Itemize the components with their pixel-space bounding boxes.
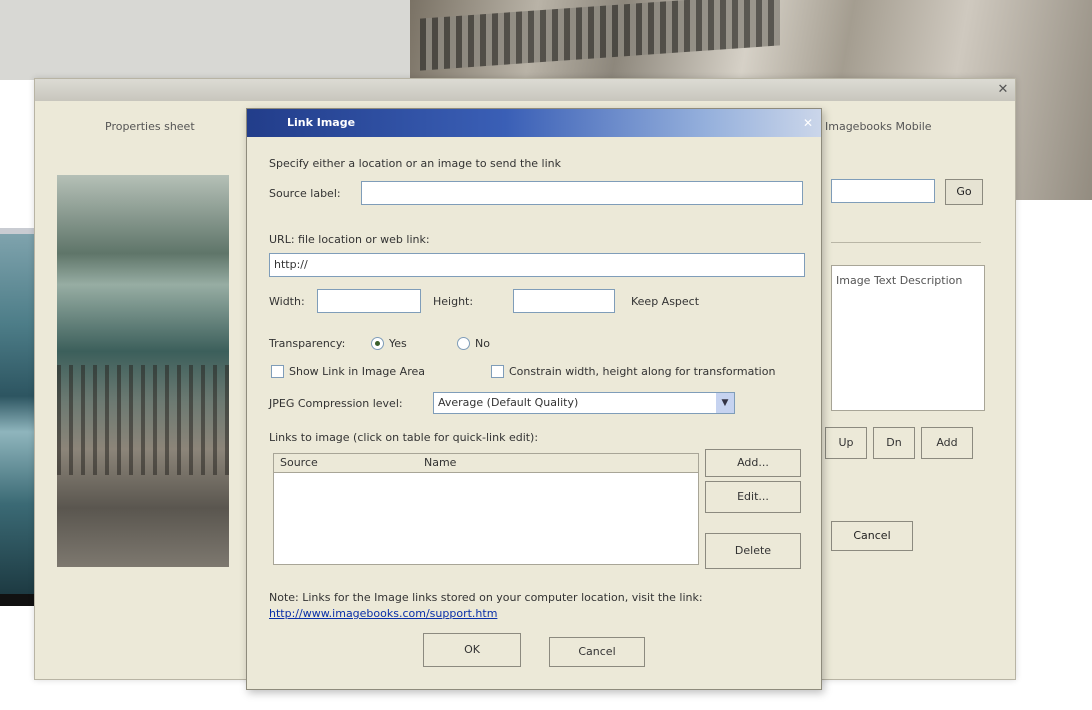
source-input[interactable] [361,181,803,205]
dialog-title: Link Image [287,116,356,129]
transparency-yes-radio[interactable] [371,337,384,350]
link-image-dialog: Link Image ✕ Specify either a location o… [246,108,822,690]
main-close-icon[interactable]: ✕ [995,82,1011,98]
column-name[interactable]: Name [424,456,456,469]
down-button[interactable]: Dn [873,427,915,459]
width-input[interactable] [317,289,421,313]
links-table-label: Links to image (click on table for quick… [269,431,539,444]
url-value: http:// [274,258,308,271]
photo-railing [420,0,780,71]
constrain-checkbox[interactable] [491,365,504,378]
column-source[interactable]: Source [280,456,318,469]
transparency-label: Transparency: [269,337,346,350]
source-label: Source label: [269,187,341,200]
transparency-no-label: No [475,337,490,350]
chevron-down-icon[interactable]: ▼ [716,393,734,413]
url-section-label: URL: file location or web link: [269,233,430,246]
instructions-text: Specify either a location or an image to… [269,157,562,170]
show-link-label: Show Link in Image Area [289,365,425,378]
tab-mobile[interactable]: Imagebooks Mobile [825,120,932,133]
divider [831,242,981,243]
transparency-yes-label: Yes [389,337,407,350]
links-table[interactable]: Source Name [273,453,699,565]
transparency-no-radio[interactable] [457,337,470,350]
edit-link-button[interactable]: Edit... [705,481,801,513]
width-label: Width: [269,295,305,308]
cancel-button[interactable]: Cancel [549,637,645,667]
photo-fence [57,365,229,475]
delete-link-button[interactable]: Delete [705,533,801,569]
add-button[interactable]: Add [921,427,973,459]
tab-properties[interactable]: Properties sheet [95,117,205,136]
keep-aspect-label: Keep Aspect [631,295,700,308]
photo-preview [57,175,229,567]
up-button[interactable]: Up [825,427,867,459]
footer-note: Note: Links for the Image links stored o… [269,591,703,604]
main-tabs: Properties sheet [95,117,205,137]
constrain-label: Constrain width, height along for transf… [509,365,776,378]
height-input[interactable] [513,289,615,313]
go-button[interactable]: Go [945,179,983,205]
main-window-titlebar [35,79,1015,101]
jpeg-quality-value: Average (Default Quality) [438,396,579,409]
add-link-button[interactable]: Add... [705,449,801,477]
close-icon[interactable]: ✕ [799,114,817,132]
background-area [0,0,410,80]
dialog-titlebar: Link Image ✕ [247,109,821,137]
main-cancel-button[interactable]: Cancel [831,521,913,551]
jpeg-quality-label: JPEG Compression level: [269,397,403,410]
jpeg-quality-select[interactable]: Average (Default Quality) ▼ [433,392,735,414]
url-input[interactable]: http:// [269,253,805,277]
support-link[interactable]: http://www.imagebooks.com/support.htm [269,607,497,620]
show-link-checkbox[interactable] [271,365,284,378]
links-table-header: Source Name [274,454,698,473]
ok-button[interactable]: OK [423,633,521,667]
height-label: Height: [433,295,474,308]
main-url-input[interactable] [831,179,935,203]
description-list[interactable]: Image Text Description [831,265,985,411]
list-item[interactable]: Image Text Description [836,274,962,287]
